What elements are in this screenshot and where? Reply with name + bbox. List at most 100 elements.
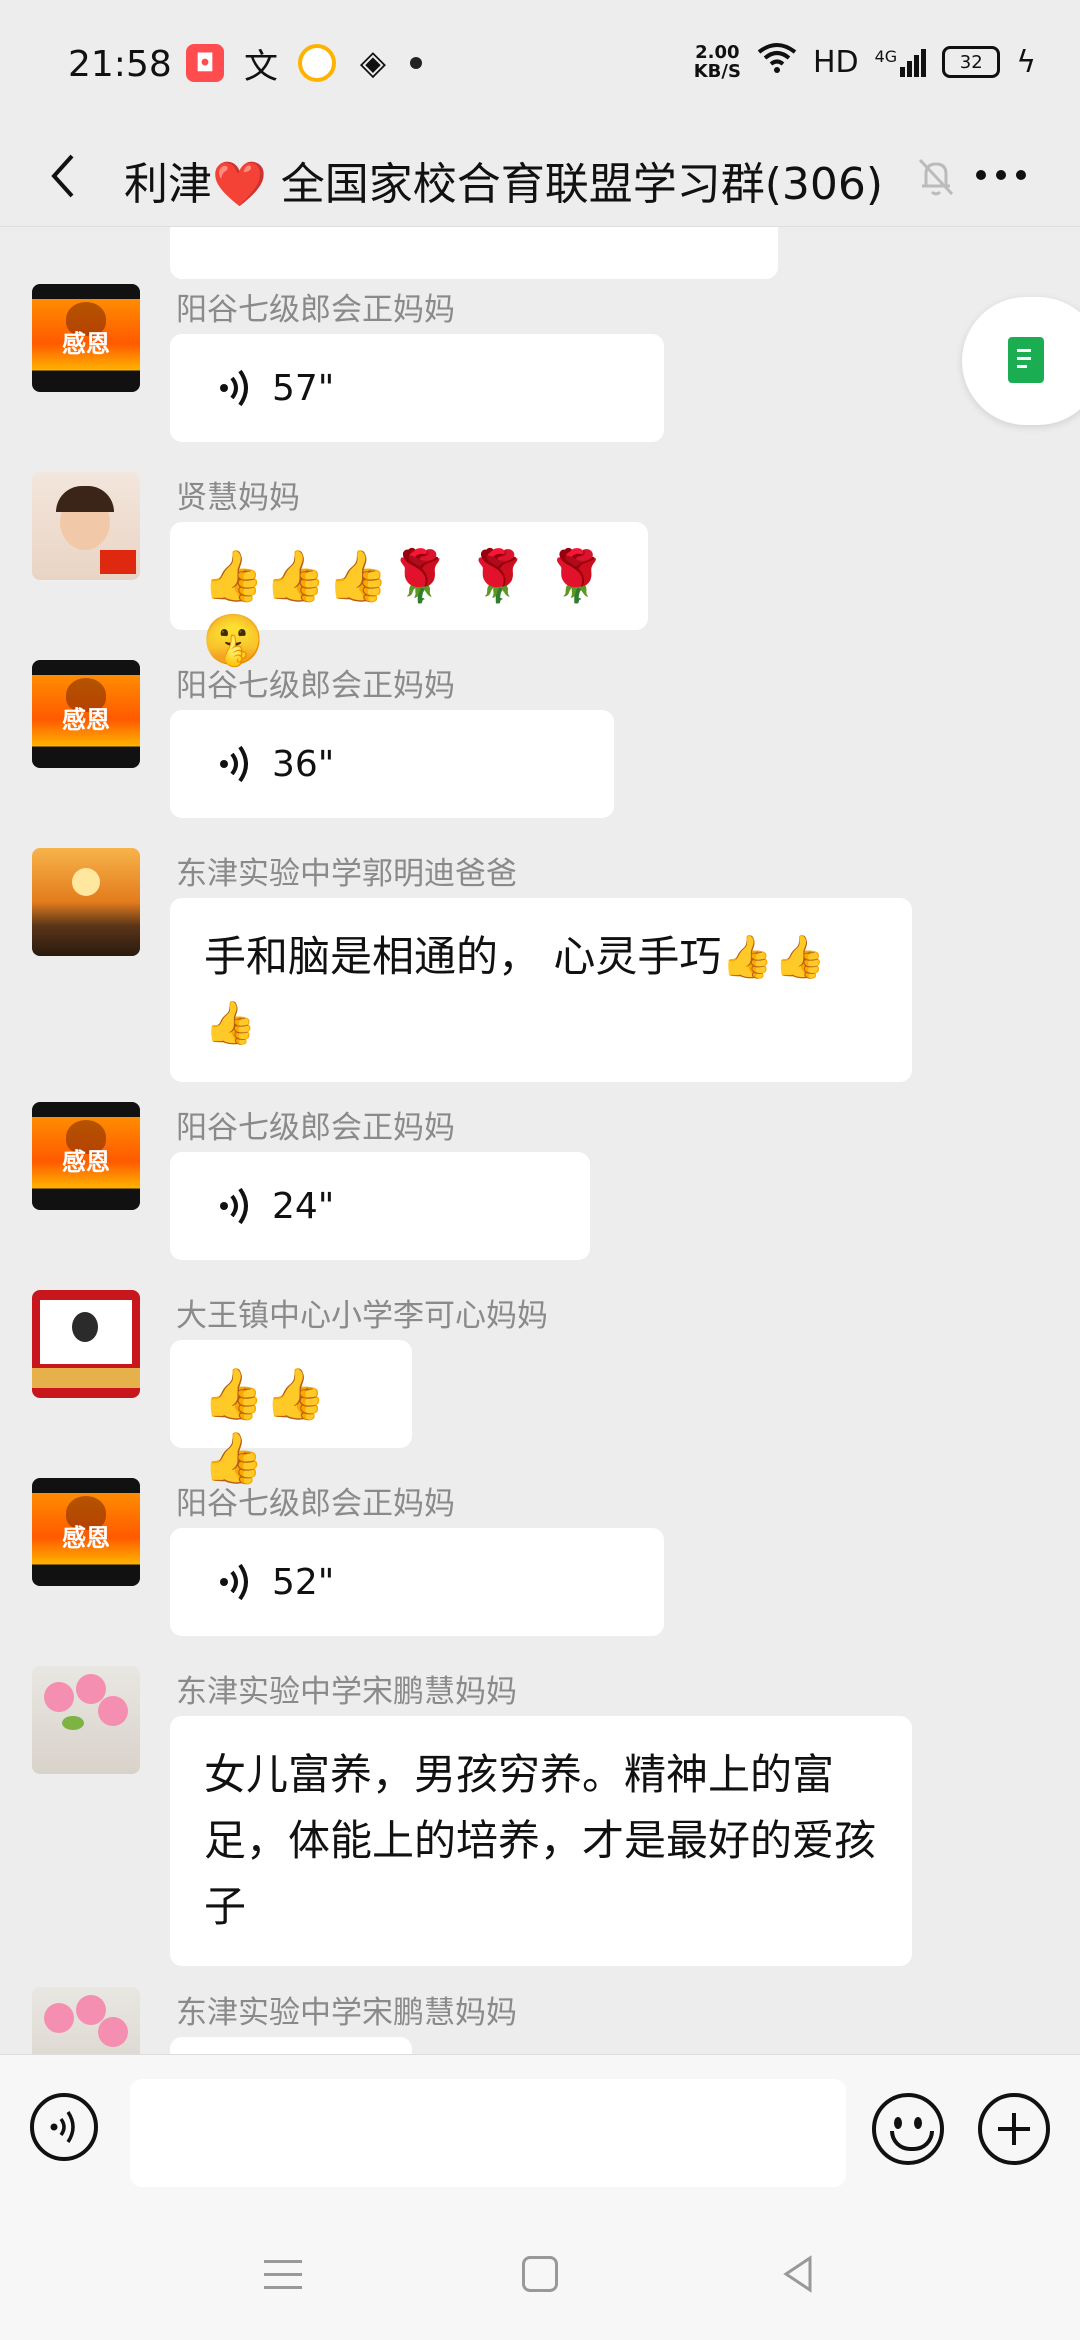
sender-name: 东津实验中学郭明迪爸爸 xyxy=(176,856,517,892)
message-item: 感恩 阳谷七级郎会正妈妈 52" xyxy=(0,1478,1080,1636)
message-item: 感恩 阳谷七级郎会正妈妈 57" xyxy=(0,284,1080,442)
voice-input-toggle[interactable] xyxy=(30,2093,98,2161)
avatar[interactable]: 感恩 xyxy=(32,1478,140,1586)
emoji-eye xyxy=(914,2117,922,2129)
network-speed-unit: KB/S xyxy=(693,61,741,82)
charging-icon: ϟ xyxy=(1016,44,1036,80)
voice-wave-icon xyxy=(220,1187,248,1225)
flag-icon xyxy=(100,550,136,574)
input-bar xyxy=(0,2054,1080,2211)
flower-shape xyxy=(44,1682,74,1712)
avatar-person xyxy=(72,1312,98,1342)
dot-icon xyxy=(996,170,1006,180)
wifi-icon xyxy=(757,42,797,82)
dot-icon xyxy=(976,170,986,180)
menu-line xyxy=(264,2260,302,2263)
avatar-hair xyxy=(56,486,114,512)
emoji-message-bubble[interactable]: 👍👍👍🌹 🌹 🌹🤫 xyxy=(170,522,648,669)
recent-apps-button[interactable] xyxy=(264,2260,302,2290)
voice-duration: 52" xyxy=(272,1561,335,1603)
avatar[interactable]: 感恩 xyxy=(32,1102,140,1210)
avatar[interactable]: 感恩 xyxy=(32,284,140,392)
home-button[interactable] xyxy=(522,2256,558,2292)
sender-name: 贤慧妈妈 xyxy=(176,480,300,516)
sender-name: 东津实验中学宋鹏慧妈妈 xyxy=(176,1995,517,2031)
message-input[interactable] xyxy=(130,2079,846,2187)
sender-name: 阳谷七级郎会正妈妈 xyxy=(176,668,455,704)
chat-title: 利津❤️ 全国家校合育联盟学习群(306) xyxy=(124,159,884,210)
floating-notes-button[interactable] xyxy=(962,297,1080,425)
mute-bell-icon xyxy=(912,152,960,200)
voice-wave-icon xyxy=(220,369,248,407)
voice-message-bubble[interactable]: 36" xyxy=(170,710,614,818)
status-time: 21:58 xyxy=(68,44,172,85)
sender-name: 东津实验中学宋鹏慧妈妈 xyxy=(176,1674,517,1710)
avatar-banner xyxy=(32,1368,140,1388)
text-message-bubble[interactable]: 女儿富养，男孩穷养。精神上的富足，体能上的培养，才是最好的爱孩子 xyxy=(170,1716,912,1966)
doc-line xyxy=(1017,357,1031,360)
doc-line xyxy=(1017,365,1027,368)
leaf-shape xyxy=(62,1716,84,1730)
message-item: 东津实验中学宋鹏慧妈妈 女儿富养，男孩穷养。精神上的富足，体能上的培养，才是最好… xyxy=(0,1666,1080,1966)
voice-duration: 36" xyxy=(272,743,335,785)
back-button[interactable] xyxy=(34,146,94,206)
emoji-button[interactable] xyxy=(872,2093,944,2165)
more-actions-plus-button[interactable] xyxy=(978,2093,1050,2165)
voice-wave-icon xyxy=(220,1563,248,1601)
network-speed: 2.00 KB/S xyxy=(694,43,741,81)
document-icon xyxy=(1008,337,1044,383)
layers-icon: ◈ xyxy=(359,43,387,83)
avatar[interactable] xyxy=(32,1290,140,1398)
avatar[interactable] xyxy=(32,848,140,956)
status-indicators: 2.00 KB/S HD 4G 32 ϟ xyxy=(694,42,1036,82)
message-bubble-partial[interactable] xyxy=(170,2037,412,2054)
app-text-icon: 文 xyxy=(244,46,278,87)
voice-duration: 24" xyxy=(272,1185,335,1227)
avatar[interactable] xyxy=(32,1987,140,2054)
message-item: 感恩 阳谷七级郎会正妈妈 36" xyxy=(0,660,1080,818)
flower-shape xyxy=(98,1696,128,1726)
voice-duration: 57" xyxy=(272,367,335,409)
chat-message-list[interactable]: 感恩 阳谷七级郎会正妈妈 57" 贤慧妈妈 👍👍👍🌹 🌹 🌹🤫 感恩 阳谷七级郎… xyxy=(0,227,1080,2054)
battery-indicator: 32 xyxy=(942,46,1001,78)
more-options-button[interactable] xyxy=(976,160,1036,190)
avatar-caption: 感恩 xyxy=(62,330,110,358)
voice-wave-icon xyxy=(220,745,248,783)
sender-name: 阳谷七级郎会正妈妈 xyxy=(176,1110,455,1146)
avatar-caption: 感恩 xyxy=(62,1524,110,1552)
triangle-back-icon xyxy=(783,2255,812,2293)
voice-message-bubble[interactable]: 24" xyxy=(170,1152,590,1260)
emoji-mouth xyxy=(890,2131,934,2151)
message-item: 大王镇中心小学李可心妈妈 👍👍👍 xyxy=(0,1290,1080,1487)
voice-message-bubble[interactable]: 57" xyxy=(170,334,664,442)
sender-name: 阳谷七级郎会正妈妈 xyxy=(176,1486,455,1522)
more-notifications-icon xyxy=(410,57,422,69)
avatar[interactable] xyxy=(32,1666,140,1774)
message-item: 贤慧妈妈 👍👍👍🌹 🌹 🌹🤫 xyxy=(0,472,1080,669)
sun-icon xyxy=(72,868,100,896)
dot-icon xyxy=(1016,170,1026,180)
avatar[interactable] xyxy=(32,472,140,580)
app-circle-icon xyxy=(298,44,336,82)
avatar-caption: 感恩 xyxy=(62,706,110,734)
flower-shape xyxy=(98,2017,128,2047)
sender-name: 大王镇中心小学李可心妈妈 xyxy=(176,1298,548,1334)
voice-message-bubble[interactable]: 52" xyxy=(170,1528,664,1636)
hd-label: HD xyxy=(812,44,859,80)
voice-wave-icon xyxy=(50,2111,75,2143)
sender-name: 阳谷七级郎会正妈妈 xyxy=(176,292,455,328)
status-bar: 21:58 ◘ 文 ◈ 2.00 KB/S HD 4G 32 ϟ xyxy=(0,0,1080,130)
chevron-left-icon xyxy=(51,154,74,198)
message-item: 东津实验中学郭明迪爸爸 手和脑是相通的， 心灵手巧👍👍👍 xyxy=(0,848,1080,1082)
emoji-message-bubble[interactable]: 👍👍👍 xyxy=(170,1340,412,1487)
emoji-eye xyxy=(894,2117,902,2129)
signal-icon: 4G xyxy=(875,47,927,77)
doc-line xyxy=(1017,349,1031,352)
menu-line xyxy=(264,2273,302,2276)
back-nav-button[interactable] xyxy=(776,2252,820,2296)
network-speed-value: 2.00 xyxy=(695,42,740,63)
message-bubble-partial[interactable] xyxy=(170,227,778,279)
flower-shape xyxy=(44,2003,74,2033)
avatar[interactable]: 感恩 xyxy=(32,660,140,768)
text-message-bubble[interactable]: 手和脑是相通的， 心灵手巧👍👍👍 xyxy=(170,898,912,1082)
